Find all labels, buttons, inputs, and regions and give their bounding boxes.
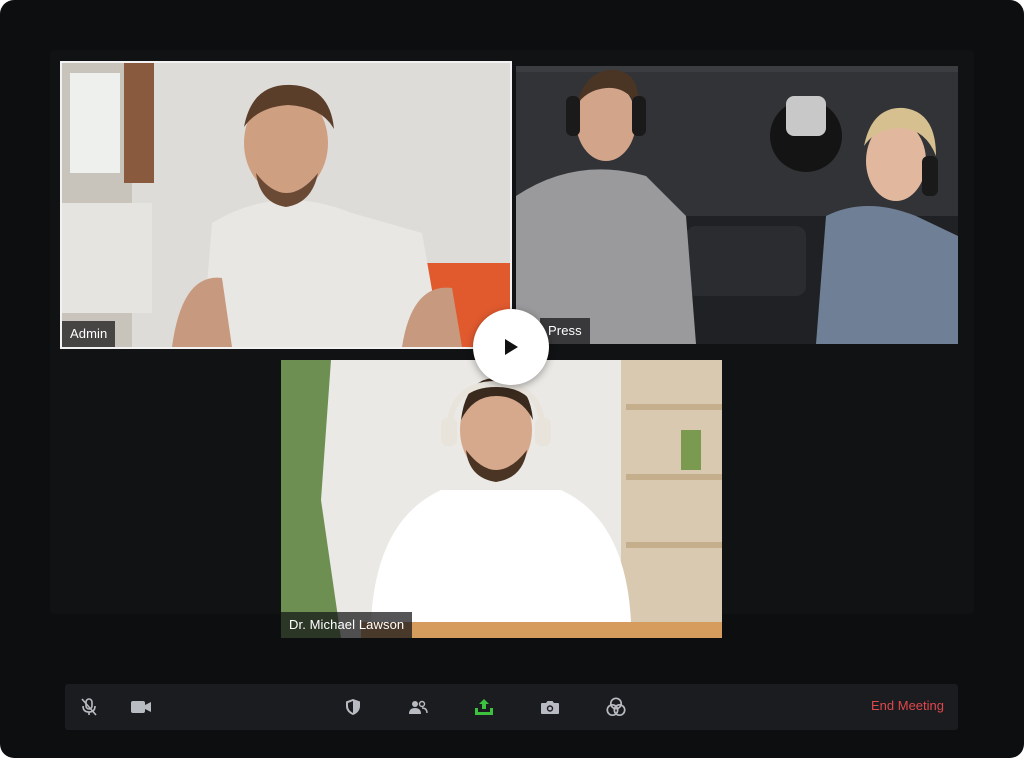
end-meeting-button[interactable]: End Meeting	[871, 698, 944, 713]
participant-tile-admin[interactable]: Admin	[60, 61, 512, 349]
video-toggle-button[interactable]	[129, 695, 153, 719]
meeting-toolbar: End Meeting	[65, 684, 958, 730]
share-screen-icon	[475, 699, 493, 715]
participants-button[interactable]	[406, 695, 430, 719]
participant-name-label: Admin	[62, 321, 116, 347]
mic-off-icon	[81, 698, 97, 716]
effects-icon	[606, 697, 626, 717]
video-camera-icon	[131, 701, 151, 713]
snapshot-button[interactable]	[538, 695, 562, 719]
shield-icon	[346, 699, 360, 715]
participant-tile-press[interactable]: Press	[516, 66, 958, 344]
participant-tile-lawson[interactable]: Dr. Michael Lawson	[281, 360, 722, 638]
participant-video-admin	[62, 63, 510, 347]
play-icon	[505, 339, 518, 355]
video-call-window: Admin Press Dr. Michael Lawson End Meeti…	[0, 0, 1024, 758]
effects-button[interactable]	[604, 695, 628, 719]
camera-icon	[541, 701, 559, 714]
participant-name-label: Dr. Michael Lawson	[281, 612, 413, 638]
mute-button[interactable]	[77, 695, 101, 719]
play-button[interactable]	[473, 309, 549, 385]
participants-icon	[409, 700, 428, 714]
security-button[interactable]	[341, 695, 365, 719]
share-screen-button[interactable]	[472, 695, 496, 719]
participant-video-lawson	[281, 360, 722, 638]
participant-video-press	[516, 66, 958, 344]
